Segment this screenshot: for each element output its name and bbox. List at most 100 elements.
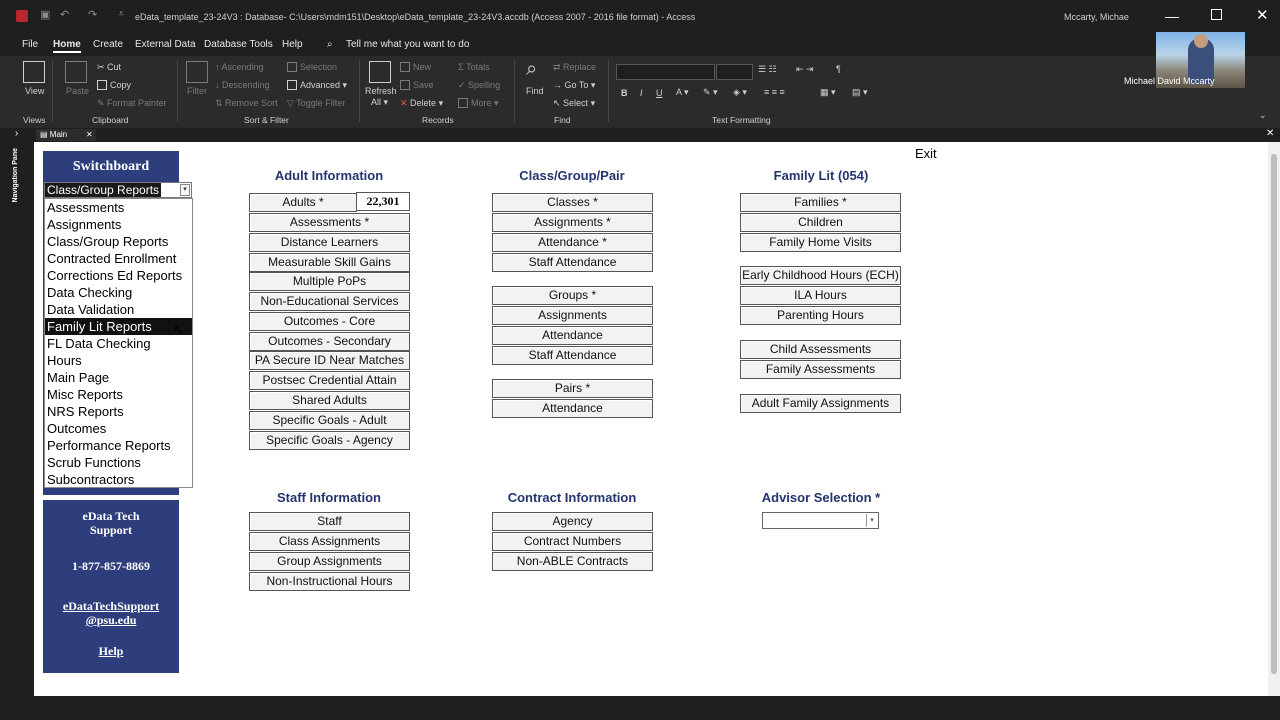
italic-button[interactable]: I [640, 88, 643, 98]
class-staff-attendance-button[interactable]: Staff Attendance [492, 253, 653, 272]
font-color-icon[interactable]: A ▾ [676, 87, 689, 98]
families-button[interactable]: Families * [740, 193, 901, 212]
minimize-button[interactable]: — [1165, 8, 1179, 24]
help-link[interactable]: Help [43, 644, 179, 659]
bold-button[interactable]: B [621, 88, 628, 98]
contract-numbers-button[interactable]: Contract Numbers [492, 532, 653, 551]
list-item[interactable]: NRS Reports [45, 403, 192, 420]
copy-button[interactable]: Copy [97, 80, 131, 90]
menu-file[interactable]: File [22, 39, 38, 50]
list-item[interactable]: Subcontractors [45, 471, 192, 488]
vertical-scrollbar[interactable] [1268, 142, 1280, 696]
menu-home[interactable]: Home [53, 39, 81, 53]
pair-attendance-button[interactable]: Attendance [492, 399, 653, 418]
outcomes-core-button[interactable]: Outcomes - Core [249, 312, 410, 331]
paragraph-icon[interactable]: ¶ [836, 64, 841, 74]
list-item[interactable]: Main Page [45, 369, 192, 386]
find-button[interactable]: Find [526, 86, 544, 96]
menu-database-tools[interactable]: Database Tools [204, 39, 273, 50]
list-item[interactable]: FL Data Checking [45, 335, 192, 352]
scroll-thumb[interactable] [1271, 154, 1277, 674]
advanced-button[interactable]: Advanced ▾ [287, 80, 347, 91]
list-item[interactable]: Hours [45, 352, 192, 369]
navigation-pane[interactable] [0, 142, 34, 696]
pa-secure-id-button[interactable]: PA Secure ID Near Matches [249, 351, 410, 370]
postsec-credential-button[interactable]: Postsec Credential Attain [249, 371, 410, 390]
distance-learners-button[interactable]: Distance Learners [249, 233, 410, 252]
totals-button[interactable]: Σ Totals [458, 62, 490, 72]
tell-me-input[interactable]: Tell me what you want to do [346, 39, 469, 50]
customize-icon[interactable]: ⩡ [118, 8, 124, 21]
non-able-contracts-button[interactable]: Non-ABLE Contracts [492, 552, 653, 571]
family-home-visits-button[interactable]: Family Home Visits [740, 233, 901, 252]
refresh-all-button[interactable]: Refresh [365, 86, 397, 96]
class-attendance-button[interactable]: Attendance * [492, 233, 653, 252]
save-icon[interactable]: ▣ [40, 8, 50, 21]
chevron-down-icon[interactable]: ▾ [866, 514, 877, 527]
highlight-icon[interactable]: ✎ ▾ [703, 87, 718, 98]
support-email-link[interactable]: eDataTechSupport [43, 599, 179, 614]
descending-button[interactable]: ↓ Descending [215, 80, 270, 90]
menu-create[interactable]: Create [93, 39, 123, 50]
filter-button[interactable]: Filter [187, 86, 207, 96]
navigation-pane-label[interactable]: Navigation Pane [12, 148, 19, 202]
group-staff-attendance-button[interactable]: Staff Attendance [492, 346, 653, 365]
children-button[interactable]: Children [740, 213, 901, 232]
child-assessments-button[interactable]: Child Assessments [740, 340, 901, 359]
non-educational-services-button[interactable]: Non-Educational Services [249, 292, 410, 311]
measurable-skill-gains-button[interactable]: Measurable Skill Gains [249, 253, 410, 272]
selection-button[interactable]: Selection [287, 62, 337, 72]
close-button[interactable]: ✕ [1256, 6, 1269, 24]
align-icons[interactable]: ≡ ≡ ≡ [764, 87, 785, 97]
cut-button[interactable]: ✂ Cut [97, 62, 121, 73]
list-item[interactable]: Assessments [45, 199, 192, 216]
adults-button[interactable]: Adults * [249, 193, 357, 212]
ila-hours-button[interactable]: ILA Hours [740, 286, 901, 305]
switchboard-selected[interactable]: Class/Group Reports [45, 183, 162, 197]
adult-assessments-button[interactable]: Assessments * [249, 213, 410, 232]
close-tab-icon[interactable]: ✕ [86, 129, 93, 141]
adult-family-assignments-button[interactable]: Adult Family Assignments [740, 394, 901, 413]
view-button[interactable]: View [25, 86, 44, 96]
indent-icon[interactable]: ⇤ ⇥ [796, 64, 814, 75]
alt-row-color-icon[interactable]: ▤ ▾ [852, 87, 868, 98]
menu-external-data[interactable]: External Data [135, 39, 196, 50]
undo-icon[interactable]: ↶ [60, 8, 69, 21]
list-item[interactable]: Performance Reports [45, 437, 192, 454]
group-assignments-button[interactable]: Assignments [492, 306, 653, 325]
list-item[interactable]: Assignments [45, 216, 192, 233]
exit-button[interactable]: Exit [915, 146, 937, 161]
support-email-domain[interactable]: @psu.edu [43, 613, 179, 628]
list-item[interactable]: Scrub Functions [45, 454, 192, 471]
staff-class-assignments-button[interactable]: Class Assignments [249, 532, 410, 551]
non-instructional-hours-button[interactable]: Non-Instructional Hours [249, 572, 410, 591]
format-painter-button[interactable]: ✎ Format Painter [97, 98, 167, 109]
list-item[interactable]: Data Validation [45, 301, 192, 318]
staff-group-assignments-button[interactable]: Group Assignments [249, 552, 410, 571]
menu-help[interactable]: Help [282, 39, 303, 50]
list-item[interactable]: Class/Group Reports [45, 233, 192, 250]
more-button[interactable]: More ▾ [458, 98, 499, 109]
fill-color-icon[interactable]: ◈ ▾ [733, 87, 747, 98]
remove-sort-button[interactable]: ⇅ Remove Sort [215, 98, 278, 109]
redo-icon[interactable]: ↷ [88, 8, 97, 21]
tab-main[interactable]: ▤ Main ✕ [36, 129, 96, 141]
parenting-hours-button[interactable]: Parenting Hours [740, 306, 901, 325]
replace-button[interactable]: ⇄ Replace [553, 62, 596, 73]
user-name[interactable]: Mccarty, Michae [1064, 12, 1129, 22]
close-form-icon[interactable]: ✕ [1266, 128, 1274, 139]
groups-button[interactable]: Groups * [492, 286, 653, 305]
expand-nav-icon[interactable]: › [15, 128, 18, 139]
paste-button[interactable]: Paste [66, 86, 89, 96]
family-assessments-button[interactable]: Family Assessments [740, 360, 901, 379]
toggle-filter-button[interactable]: ▽ Toggle Filter [287, 98, 345, 109]
outcomes-secondary-button[interactable]: Outcomes - Secondary [249, 332, 410, 351]
multiple-pops-button[interactable]: Multiple PoPs [249, 272, 410, 291]
switchboard-combo[interactable]: Class/Group Reports ▾ [44, 182, 192, 198]
specific-goals-agency-button[interactable]: Specific Goals - Agency [249, 431, 410, 450]
chevron-down-icon[interactable]: ▾ [180, 184, 190, 196]
advisor-select[interactable]: ▾ [762, 512, 879, 529]
list-item-highlighted[interactable]: Family Lit Reports [45, 318, 192, 335]
list-item[interactable]: Outcomes [45, 420, 192, 437]
shared-adults-button[interactable]: Shared Adults [249, 391, 410, 410]
